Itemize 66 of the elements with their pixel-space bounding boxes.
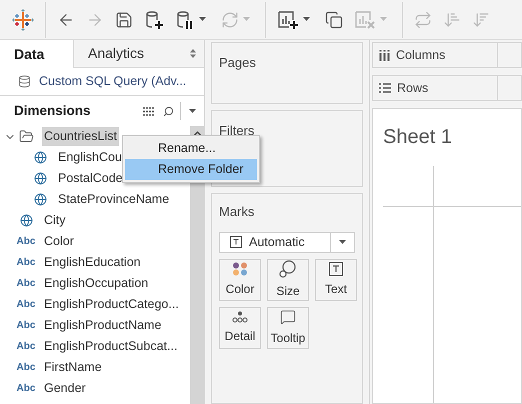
field-item[interactable]: PostalCode bbox=[56, 169, 125, 188]
mark-property-button[interactable]: Size bbox=[267, 258, 309, 300]
rows-icon bbox=[379, 83, 391, 93]
globe-icon bbox=[20, 214, 32, 227]
mark-property-button[interactable]: Text bbox=[315, 258, 357, 300]
search-icon[interactable] bbox=[163, 106, 174, 116]
mark-property-button[interactable]: Tooltip bbox=[267, 306, 309, 348]
caret-icon[interactable] bbox=[189, 108, 196, 114]
field-item[interactable]: EnglishProductCatego... bbox=[42, 295, 181, 314]
size-circles-icon bbox=[279, 260, 297, 278]
field-item[interactable]: Color bbox=[42, 232, 76, 251]
data-type-label: Abc bbox=[16, 361, 36, 375]
field-item[interactable]: EnglishOccupation bbox=[42, 274, 150, 293]
pause-data-icon[interactable] bbox=[175, 10, 195, 30]
data-type-label: Abc bbox=[16, 277, 36, 291]
data-type-label: Abc bbox=[16, 235, 36, 249]
data-source-name[interactable]: Custom SQL Query (Adv... bbox=[39, 72, 186, 91]
text-box-icon bbox=[329, 262, 343, 276]
list-view-icon[interactable] bbox=[143, 106, 155, 116]
text-box-icon bbox=[230, 236, 242, 248]
color-dots-icon bbox=[232, 262, 248, 276]
caret-icon[interactable] bbox=[303, 17, 310, 22]
menu-item[interactable]: Rename... bbox=[125, 138, 257, 159]
mark-property-button[interactable]: Detail bbox=[219, 306, 261, 348]
data-type-label: Abc bbox=[16, 382, 36, 396]
data-type-label: Abc bbox=[16, 298, 36, 312]
field-item[interactable]: EnglishCou bbox=[56, 148, 124, 167]
shelf[interactable]: Columns bbox=[372, 42, 522, 68]
field-item[interactable]: StateProvinceName bbox=[56, 190, 172, 209]
field-item[interactable]: EnglishProductName bbox=[42, 316, 164, 335]
sheet-title: Sheet 1 bbox=[383, 125, 453, 150]
caret-icon[interactable] bbox=[339, 240, 346, 244]
card-title: Filters bbox=[219, 123, 254, 138]
database-icon bbox=[18, 75, 31, 88]
data-type-label: Abc bbox=[16, 340, 36, 354]
add-data-source-icon[interactable] bbox=[144, 10, 164, 30]
shelf[interactable]: Rows bbox=[372, 75, 522, 101]
card-title: Pages bbox=[219, 55, 256, 70]
field-item[interactable]: City bbox=[42, 211, 68, 230]
field-item[interactable]: FirstName bbox=[42, 358, 104, 377]
globe-icon bbox=[34, 151, 46, 164]
data-type-label: Abc bbox=[16, 319, 36, 333]
save-icon[interactable] bbox=[115, 10, 133, 28]
logo-icon[interactable] bbox=[12, 8, 34, 30]
section-title: Dimensions bbox=[14, 102, 92, 120]
field-item[interactable]: CountriesList bbox=[42, 127, 119, 146]
tooltip-icon bbox=[280, 308, 296, 324]
panel-tab[interactable]: Analytics bbox=[73, 40, 204, 68]
folder-icon bbox=[18, 129, 34, 144]
duplicate-sheet-icon[interactable] bbox=[325, 10, 343, 28]
mark-type-label: Automatic bbox=[249, 234, 306, 251]
mark-type-dropdown[interactable]: Automatic bbox=[219, 232, 355, 252]
caret-icon[interactable] bbox=[199, 17, 206, 22]
field-item[interactable]: Gender bbox=[42, 379, 88, 398]
card-title: Marks bbox=[219, 203, 256, 221]
field-item[interactable]: EnglishProductSubcat... bbox=[42, 337, 180, 356]
globe-icon bbox=[34, 193, 46, 206]
mark-property-button[interactable]: Color bbox=[219, 258, 261, 300]
field-item[interactable]: EnglishEducation bbox=[42, 253, 143, 272]
data-type-label: Abc bbox=[16, 256, 36, 270]
sort-arrows-icon[interactable] bbox=[190, 49, 196, 58]
globe-icon bbox=[34, 172, 46, 185]
detail-dots-icon bbox=[232, 310, 248, 322]
columns-icon bbox=[379, 50, 390, 60]
new-worksheet-icon[interactable] bbox=[277, 10, 299, 30]
menu-item[interactable]: Remove Folder bbox=[125, 159, 257, 180]
